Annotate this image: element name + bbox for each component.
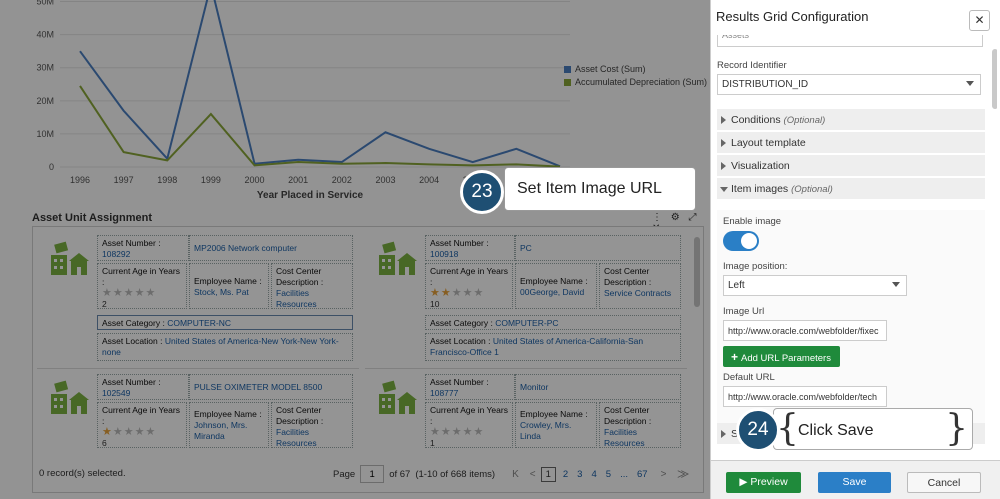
- expand-arrow-icon: [721, 162, 726, 170]
- image-position-label: Image position:: [723, 261, 788, 272]
- enable-image-label: Enable image: [723, 216, 782, 227]
- optional-tag: (Optional): [791, 184, 833, 195]
- step-24-badge: 24: [736, 408, 780, 452]
- step-23-callout: Set Item Image URL: [504, 167, 696, 211]
- dialog-title: Results Grid Configuration: [716, 9, 869, 24]
- dialog-scrollbar[interactable]: [991, 39, 997, 451]
- section-visualization[interactable]: Visualization: [717, 155, 985, 177]
- collapse-arrow-icon: [720, 187, 728, 192]
- modal-overlay: [0, 0, 710, 499]
- record-identifier-select[interactable]: DISTRIBUTION_ID: [717, 74, 981, 95]
- section-conditions[interactable]: Conditions (Optional): [717, 109, 985, 131]
- expand-arrow-icon: [721, 116, 726, 124]
- step-23-badge: 23: [460, 170, 504, 214]
- dialog-footer: ▶ Preview Save Cancel: [711, 460, 1000, 499]
- section-item-images[interactable]: Item images (Optional): [717, 178, 985, 200]
- section-label: Conditions: [731, 114, 781, 126]
- plus-icon: +: [731, 350, 739, 364]
- dashboard-background: 50M 40M 30M 20M 10M 0 1996 1997 1998 1999 2000 2001…: [0, 0, 710, 499]
- image-position-select[interactable]: Left: [723, 275, 907, 296]
- partial-field[interactable]: Assets: [717, 35, 983, 47]
- record-identifier-value: DISTRIBUTION_ID: [722, 79, 809, 90]
- cancel-button[interactable]: Cancel: [907, 472, 981, 493]
- default-url-label: Default URL: [723, 372, 775, 383]
- chevron-down-icon: [892, 282, 900, 287]
- play-icon: ▶: [739, 476, 751, 488]
- dialog-body: Assets Record Identifier DISTRIBUTION_ID…: [715, 35, 997, 459]
- image-url-input[interactable]: http://www.oracle.com/webfolder/fixec: [723, 320, 887, 341]
- section-label: Visualization: [731, 160, 790, 172]
- save-button[interactable]: Save: [818, 472, 891, 493]
- section-layout-template[interactable]: Layout template: [717, 132, 985, 154]
- record-identifier-label: Record Identifier: [717, 60, 787, 71]
- step-24-callout: { Click Save }: [773, 408, 973, 450]
- section-label: Item images: [731, 183, 789, 195]
- enable-image-toggle[interactable]: [723, 231, 759, 251]
- dialog-scrollbar-thumb[interactable]: [992, 49, 997, 109]
- step-24-text: Click Save: [798, 422, 874, 439]
- section-label: Layout template: [731, 137, 806, 149]
- brace-right: }: [945, 408, 968, 449]
- toggle-knob: [741, 233, 757, 249]
- expand-arrow-icon: [721, 430, 726, 438]
- button-label: Preview: [750, 476, 788, 488]
- chevron-down-icon: [966, 81, 974, 86]
- add-url-parameters-button[interactable]: + Add URL Parameters: [723, 346, 840, 367]
- preview-button[interactable]: ▶ Preview: [726, 472, 801, 493]
- image-url-label: Image Url: [723, 306, 765, 317]
- optional-tag: (Optional): [783, 115, 826, 126]
- default-url-input[interactable]: http://www.oracle.com/webfolder/tech: [723, 386, 887, 407]
- expand-arrow-icon: [721, 139, 726, 147]
- button-label: Add URL Parameters: [741, 353, 831, 364]
- close-button[interactable]: ✕: [969, 10, 990, 31]
- image-position-value: Left: [728, 280, 745, 291]
